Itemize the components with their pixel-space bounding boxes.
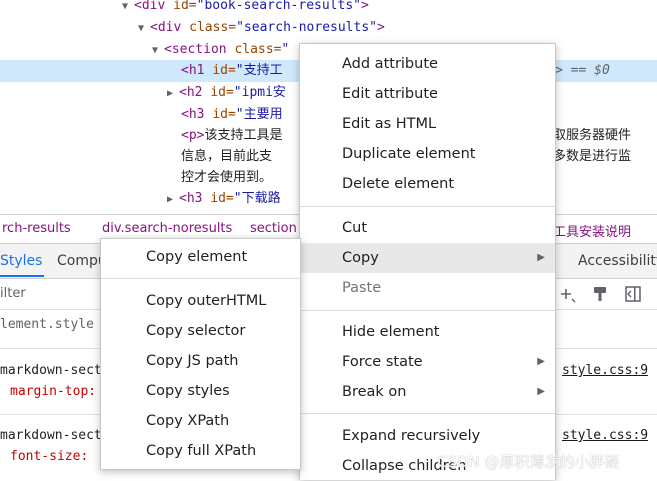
dom-node-h2[interactable]: ▶ <h2 id="ipmi安 (167, 82, 286, 104)
menu-separator (300, 413, 555, 414)
expand-triangle-icon[interactable]: ▶ (167, 189, 179, 211)
selected-node-marker: > == $0 (555, 63, 610, 78)
menu-item-copy-full-xpath[interactable]: Copy full XPath (101, 436, 300, 466)
dom-node-section[interactable]: ▼ <section class=" (152, 39, 289, 61)
menu-item-add-attribute[interactable]: Add attribute (300, 49, 555, 79)
menu-item-copy-selector[interactable]: Copy selector (101, 316, 300, 346)
menu-separator (300, 310, 555, 311)
collapse-triangle-icon[interactable]: ▼ (152, 40, 164, 62)
menu-item-hide-element[interactable]: Hide element (300, 317, 555, 347)
submenu-arrow-icon: ▶ (537, 386, 545, 397)
watermark: CSDN @厚积薄发的小胖砸 (437, 453, 620, 471)
rule-selector[interactable]: markdown-sect (0, 428, 102, 443)
dom-node-p[interactable]: <p>该支持工具是 (181, 125, 283, 147)
toggle-sidebar-icon[interactable] (623, 285, 643, 305)
paint-brush-icon[interactable] (590, 285, 610, 305)
breadcrumb-item[interactable]: div.search-noresults (102, 221, 232, 236)
dom-node-h3[interactable]: <h3 id="主要用 (181, 104, 283, 126)
submenu-arrow-icon: ▶ (537, 356, 545, 367)
style-source-link[interactable]: style.css:9 (562, 363, 648, 378)
menu-item-expand-recursively[interactable]: Expand recursively (300, 421, 555, 451)
breadcrumb-item[interactable]: 工具安装说明 (553, 221, 631, 240)
menu-item-copy-xpath[interactable]: Copy XPath (101, 406, 300, 436)
rule-selector[interactable]: markdown-sect (0, 363, 102, 378)
menu-separator (300, 206, 555, 207)
menu-item-copy-outerhtml[interactable]: Copy outerHTML (101, 286, 300, 316)
menu-item-copy-js-path[interactable]: Copy JS path (101, 346, 300, 376)
dom-node-h1-selected[interactable]: <h1 id="支持工 (181, 60, 283, 82)
expand-triangle-icon[interactable]: ▶ (167, 83, 179, 105)
style-source-link[interactable]: style.css:9 (562, 428, 648, 443)
css-property[interactable]: margin-top: (10, 384, 96, 399)
context-menu: Add attribute Edit attribute Edit as HTM… (299, 43, 556, 480)
menu-item-break-on[interactable]: Break on ▶ (300, 377, 555, 407)
menu-item-copy-styles[interactable]: Copy styles (101, 376, 300, 406)
submenu-arrow-icon: ▶ (537, 252, 545, 263)
tab-accessibility[interactable]: Accessibility (578, 253, 657, 269)
p-text-fragment: 取服务器硬件 (553, 128, 632, 143)
element-style-rule[interactable]: lement.style (0, 317, 94, 332)
menu-item-duplicate-element[interactable]: Duplicate element (300, 139, 555, 169)
menu-item-copy-element[interactable]: Copy element (101, 242, 300, 272)
breadcrumb-item[interactable]: section (250, 221, 297, 236)
p-text-fragment: 多数是进行监 (553, 149, 632, 164)
menu-item-copy[interactable]: Copy ▶ (300, 243, 555, 273)
menu-item-paste[interactable]: Paste (300, 273, 555, 303)
menu-separator (101, 278, 300, 279)
dom-node-search-noresults[interactable]: ▼ <div class="search-noresults"> (138, 17, 385, 39)
dom-node-book-search-results[interactable]: ▼ <div id="book-search-results"> (122, 0, 369, 17)
p-text-line-3: 控才会使用到。 (181, 170, 273, 185)
new-style-rule-icon[interactable] (557, 285, 577, 305)
filter-input[interactable]: ilter (0, 286, 26, 301)
breadcrumb-item[interactable]: rch-results (2, 221, 71, 236)
css-property[interactable]: font-size: (10, 449, 88, 464)
menu-item-delete-element[interactable]: Delete element (300, 169, 555, 199)
menu-item-edit-attribute[interactable]: Edit attribute (300, 79, 555, 109)
collapse-triangle-icon[interactable]: ▼ (122, 0, 134, 18)
menu-item-force-state[interactable]: Force state ▶ (300, 347, 555, 377)
p-text-line-2: 信息，目前此支 (181, 149, 273, 164)
menu-item-edit-as-html[interactable]: Edit as HTML (300, 109, 555, 139)
dom-node-h3-download[interactable]: ▶ <h3 id="下载路 (167, 188, 281, 210)
collapse-triangle-icon[interactable]: ▼ (138, 18, 150, 40)
menu-item-cut[interactable]: Cut (300, 213, 555, 243)
active-tab-indicator (0, 275, 44, 277)
tab-styles[interactable]: Styles (0, 253, 42, 269)
copy-submenu: Copy element Copy outerHTML Copy selecto… (100, 238, 301, 470)
